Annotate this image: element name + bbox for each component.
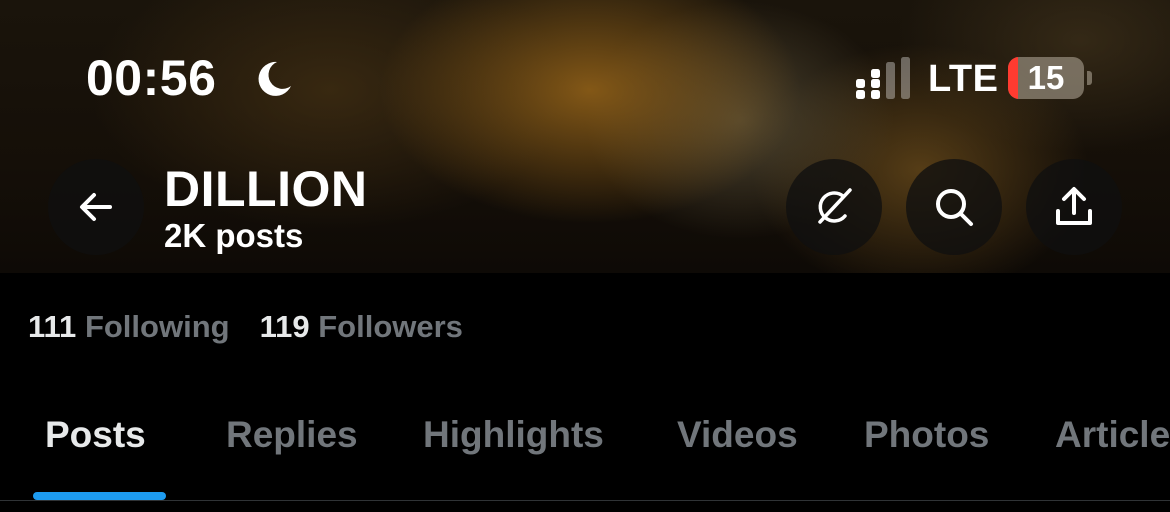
tab-replies[interactable]: Replies bbox=[226, 411, 358, 459]
followers-link[interactable]: 119 Followers bbox=[260, 309, 463, 344]
followers-count: 119 bbox=[259, 309, 310, 344]
post-count: 2K posts bbox=[164, 217, 304, 254]
follow-stats: 111 Following 119 Followers bbox=[28, 307, 463, 347]
profile-banner: 00:56 LTE 15 DILLION 2K posts bbox=[0, 0, 1170, 273]
grok-icon bbox=[818, 188, 852, 224]
share-icon bbox=[1056, 187, 1092, 225]
battery-percentage: 15 bbox=[1027, 59, 1065, 96]
tab-highlights[interactable]: Highlights bbox=[423, 411, 604, 459]
tab-photos[interactable]: Photos bbox=[864, 411, 989, 459]
cellular-signal-icon bbox=[856, 57, 910, 99]
following-count: 111 bbox=[28, 309, 77, 344]
grok-button[interactable] bbox=[786, 159, 882, 255]
network-type: LTE bbox=[928, 58, 999, 100]
search-button[interactable] bbox=[906, 159, 1002, 255]
back-button[interactable] bbox=[48, 159, 144, 255]
following-link[interactable]: 111 Following bbox=[28, 309, 230, 344]
battery-indicator: 15 bbox=[1008, 57, 1084, 99]
battery-terminal bbox=[1087, 71, 1092, 85]
share-button[interactable] bbox=[1026, 159, 1122, 255]
search-icon bbox=[936, 189, 973, 226]
profile-tabs: Posts Replies Highlights Videos Photos A… bbox=[0, 400, 1170, 501]
profile-name: DILLION bbox=[164, 161, 368, 217]
status-time: 00:56 bbox=[86, 50, 217, 106]
active-tab-indicator bbox=[33, 492, 166, 500]
tab-articles[interactable]: Articles bbox=[1055, 411, 1170, 459]
following-label: Following bbox=[84, 309, 230, 344]
moon-icon bbox=[258, 61, 291, 96]
followers-label: Followers bbox=[318, 309, 463, 344]
tabs-divider bbox=[0, 500, 1170, 501]
tab-posts[interactable]: Posts bbox=[45, 411, 146, 459]
tab-videos[interactable]: Videos bbox=[677, 411, 798, 459]
arrow-left-icon bbox=[80, 193, 112, 221]
